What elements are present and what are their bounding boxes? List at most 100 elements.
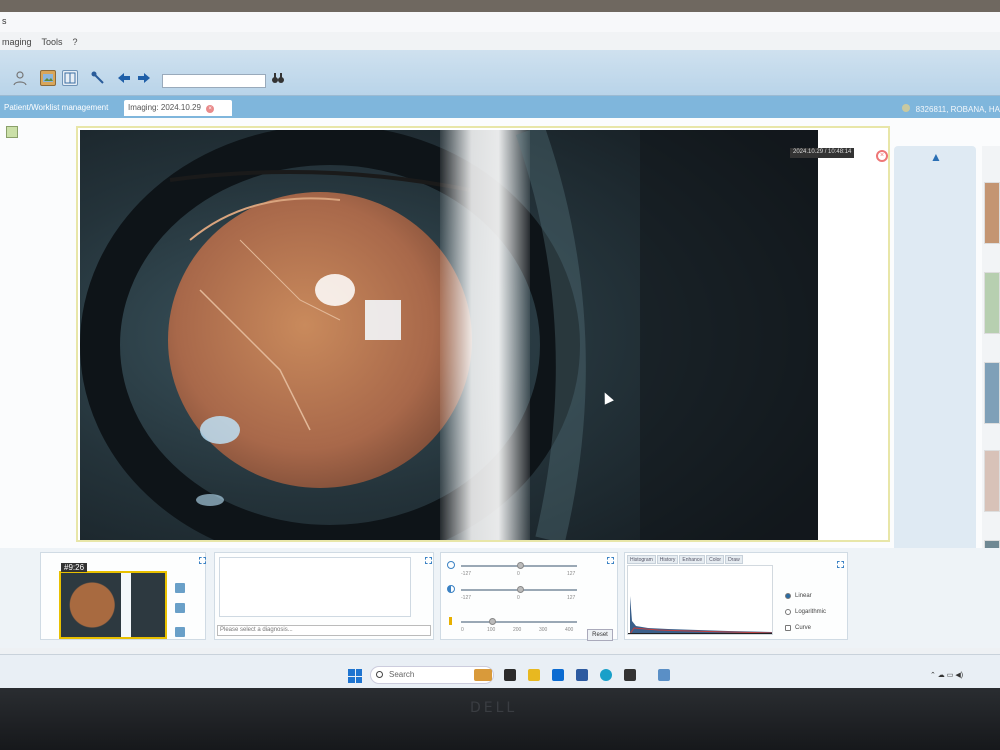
monitor-bezel-bottom (0, 688, 1000, 750)
slider-tick: 0 (461, 627, 464, 633)
gamma-icon (449, 617, 452, 625)
screen: s maging Tools ? Patient/Worklist manage… (0, 12, 1000, 690)
title-bar: s (0, 12, 1000, 32)
option-curve[interactable]: Curve (785, 625, 811, 631)
slider-min: -127 (461, 595, 472, 601)
slider-knob[interactable] (517, 586, 524, 593)
adjustment-panel: -127 0 127 -127 0 127 0 100 200 300 400 … (440, 552, 618, 641)
bottom-tools: #9:26 Please select a diagnosis... -127 … (0, 548, 1000, 648)
slider-mid: 0 (517, 595, 520, 601)
diagnosis-panel: Please select a diagnosis... (214, 552, 434, 640)
window-title: s (2, 16, 7, 26)
tab-bar: Patient/Worklist management Imaging: 202… (0, 96, 1000, 118)
slider-tick: 300 (539, 627, 548, 633)
search-label: Search (389, 670, 415, 679)
radio-linear[interactable] (785, 593, 791, 599)
export-icon[interactable] (6, 126, 18, 138)
file-explorer-icon[interactable] (528, 669, 540, 681)
option-logarithmic[interactable]: Logarithmic (785, 609, 826, 615)
option-linear[interactable]: Linear (785, 593, 812, 599)
image-tool-icon[interactable] (175, 603, 185, 613)
thumbnail-item[interactable] (984, 362, 1000, 424)
option-label: Logarithmic (795, 609, 827, 615)
app-icon[interactable] (624, 669, 636, 681)
viewer-close-icon[interactable]: × (876, 150, 888, 162)
option-label: Linear (795, 593, 812, 599)
menu-imaging[interactable]: maging (2, 37, 32, 47)
windows-taskbar: Search ⌃ ☁ ▭ ◀) (0, 654, 1000, 690)
tab-enhance[interactable]: Enhance (679, 555, 706, 564)
slider-knob[interactable] (517, 562, 524, 569)
slider-min: -127 (461, 571, 472, 577)
image-viewer-frame: 2024.10.29 / 10:48:14 × (76, 126, 890, 542)
toolbar (0, 50, 1000, 96)
tab-draw[interactable]: Draw (725, 555, 743, 564)
outlook-icon[interactable] (552, 669, 564, 681)
slit-lamp-image[interactable] (80, 130, 818, 540)
image-tool-icon[interactable] (175, 627, 185, 637)
slider-max: 127 (567, 571, 576, 577)
tab-history[interactable]: History (656, 555, 679, 564)
histogram-graph (627, 565, 773, 635)
current-image-thumbnail[interactable] (59, 571, 167, 639)
binoculars-icon[interactable] (270, 70, 286, 86)
edge-icon[interactable] (600, 669, 612, 681)
thumbnail-item[interactable] (984, 272, 1000, 334)
gamma-slider[interactable] (461, 618, 577, 625)
current-thumbnail-panel: #9:26 (40, 552, 206, 640)
toolbar-search-input[interactable] (162, 74, 266, 88)
tab-label: Imaging: 2024.10.29 (128, 103, 201, 112)
tab-histogram[interactable]: Histogram (627, 555, 656, 564)
brightness-slider[interactable] (461, 562, 577, 569)
reset-button[interactable]: Reset (587, 629, 613, 641)
picture-icon[interactable] (40, 70, 56, 86)
patient-info: 8326811, ROBANA, HA (902, 104, 1000, 114)
image-tool-icon[interactable] (175, 583, 185, 593)
thumbnail-item[interactable] (984, 450, 1000, 512)
eye-photo (80, 130, 818, 540)
system-tray[interactable]: ⌃ ☁ ▭ ◀) (930, 671, 963, 679)
layout-icon[interactable] (62, 70, 78, 86)
expand-icon[interactable] (425, 557, 432, 564)
patient-icon (902, 104, 911, 112)
radio-logarithmic[interactable] (785, 609, 791, 615)
menu-bar: maging Tools ? (0, 32, 1000, 50)
widgets-icon[interactable] (474, 669, 492, 681)
users-icon[interactable] (12, 70, 28, 86)
windows-start-icon[interactable] (348, 669, 362, 683)
diagnosis-select[interactable]: Please select a diagnosis... (217, 625, 431, 636)
patient-id-name: 8326811, ROBANA, HA (915, 105, 1000, 114)
slider-tick: 400 (565, 627, 574, 633)
back-arrow-icon[interactable] (116, 70, 132, 86)
tab-color[interactable]: Color (706, 555, 725, 564)
tab-imaging[interactable]: Imaging: 2024.10.29 × (124, 100, 232, 116)
forward-arrow-icon[interactable] (136, 70, 152, 86)
close-icon[interactable]: × (206, 105, 215, 113)
checkbox-curve[interactable] (785, 625, 791, 631)
search-icon (376, 671, 383, 678)
histogram-panel: Histogram History Enhance Color Draw Lin… (624, 552, 848, 640)
tab-patient-worklist[interactable]: Patient/Worklist management (0, 100, 112, 116)
contrast-icon (447, 585, 455, 593)
scroll-up-arrow-icon[interactable]: ▲ (930, 150, 942, 164)
contrast-slider[interactable] (461, 586, 577, 593)
diagnosis-placeholder: Please select a diagnosis... (220, 627, 293, 633)
expand-icon[interactable] (199, 557, 206, 564)
imaging-app-icon[interactable] (658, 669, 670, 681)
monitor-brand: DELL (470, 700, 518, 716)
menu-help[interactable]: ? (73, 37, 78, 47)
tool-icon[interactable] (90, 70, 106, 86)
task-view-icon[interactable] (504, 669, 516, 681)
thumbnail-label: #9:26 (61, 563, 88, 572)
menu-tools[interactable]: Tools (42, 37, 63, 47)
diagnosis-text-area[interactable] (219, 557, 411, 617)
thumbnail-item[interactable] (984, 182, 1000, 244)
tab-label: Patient/Worklist management (4, 103, 109, 112)
store-icon[interactable] (576, 669, 588, 681)
histogram-plot (628, 596, 772, 634)
expand-icon[interactable] (837, 561, 844, 568)
image-timestamp: 2024.10.29 / 10:48:14 (790, 148, 855, 158)
slider-max: 127 (567, 595, 576, 601)
slider-knob[interactable] (489, 618, 496, 625)
expand-icon[interactable] (607, 557, 614, 564)
